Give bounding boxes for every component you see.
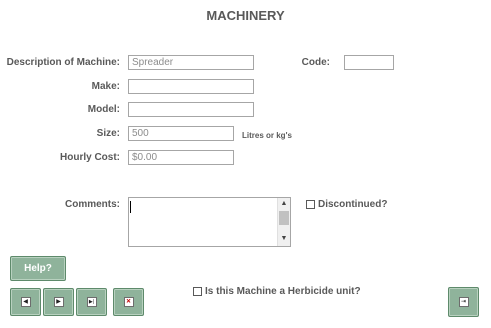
make-field[interactable]: [128, 79, 254, 94]
herbicide-label: Is this Machine a Herbicide unit?: [205, 286, 361, 297]
exit-button[interactable]: ⇥: [448, 287, 479, 317]
comments-textarea[interactable]: ▲ ▼: [128, 197, 291, 247]
discontinued-checkbox[interactable]: Discontinued?: [306, 199, 387, 210]
delete-record-button[interactable]: ✕: [113, 288, 144, 316]
first-record-button[interactable]: ◀: [10, 288, 41, 316]
checkbox-icon[interactable]: [306, 200, 315, 209]
next-record-icon: ▶: [53, 297, 64, 307]
size-label: Size:: [96, 128, 120, 139]
code-label: Code:: [301, 57, 330, 68]
help-button-label: Help?: [24, 263, 52, 274]
checkbox-icon[interactable]: [193, 287, 202, 296]
text-caret: [130, 201, 131, 213]
first-record-icon: ◀: [20, 297, 31, 307]
model-label: Model:: [87, 104, 120, 115]
comments-label: Comments:: [64, 199, 120, 210]
form-title: MACHINERY: [206, 8, 285, 23]
last-record-button[interactable]: ▶|: [76, 288, 107, 316]
description-label: Description of Machine:: [6, 57, 120, 68]
scroll-down-icon[interactable]: ▼: [278, 235, 290, 242]
herbicide-checkbox[interactable]: Is this Machine a Herbicide unit?: [193, 286, 361, 297]
help-button[interactable]: Help?: [10, 256, 66, 281]
exit-icon: ⇥: [458, 297, 469, 307]
delete-record-icon: ✕: [123, 297, 134, 307]
model-field[interactable]: [128, 102, 254, 117]
description-field[interactable]: Spreader: [128, 55, 254, 70]
discontinued-label: Discontinued?: [318, 199, 388, 210]
size-unit-label: Litres or kg's: [242, 131, 292, 140]
code-field[interactable]: [344, 55, 394, 70]
comments-scrollbar[interactable]: ▲ ▼: [277, 198, 290, 246]
scroll-thumb[interactable]: [279, 211, 289, 225]
size-field[interactable]: 500: [128, 126, 234, 141]
make-label: Make:: [91, 81, 120, 92]
last-record-icon: ▶|: [86, 297, 97, 307]
hourly-cost-label: Hourly Cost:: [60, 152, 120, 163]
hourly-cost-field[interactable]: $0.00: [128, 150, 234, 165]
next-record-button[interactable]: ▶: [43, 288, 74, 316]
scroll-up-icon[interactable]: ▲: [278, 200, 290, 207]
